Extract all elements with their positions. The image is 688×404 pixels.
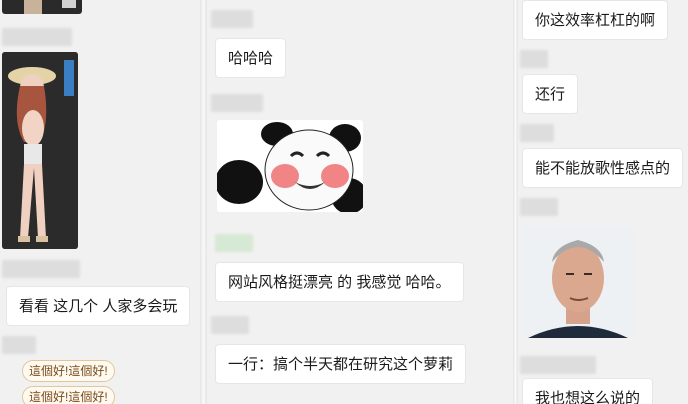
column-divider (200, 0, 207, 404)
message-bubble[interactable]: 网站风格挺漂亮 的 我感觉 哈哈。 (215, 262, 464, 302)
sticker-text: 這個好!這個好! (22, 386, 115, 404)
chat-column-left: 看看 这几个 人家多会玩 這個好!這個好! 這個好!這個好! (0, 0, 200, 404)
man-face-photo[interactable] (522, 226, 634, 338)
sticker-text: 這個好!這個好! (22, 360, 115, 382)
message-bubble[interactable]: 看看 这几个 人家多会玩 (6, 286, 191, 326)
chat-column-right: 你这效率杠杠的啊 还行 能不能放歌性感点的 我也想这么说的 (518, 0, 688, 404)
message-bubble[interactable]: 你这效率杠杠的啊 (522, 0, 669, 40)
sender-name (520, 124, 554, 142)
message-bubble[interactable]: 一行：搞个半天都在研究这个萝莉 (215, 344, 467, 384)
sender-name (2, 336, 36, 354)
sender-name (520, 356, 596, 374)
top-partial-image[interactable] (2, 0, 82, 14)
message-bubble[interactable]: 能不能放歌性感点的 (522, 148, 684, 188)
chat-column-middle: 哈哈哈 网站风格挺漂亮 的 我感觉 哈哈。 一行：搞个半天都在研究这个萝莉 (207, 0, 513, 404)
sender-name (2, 260, 80, 278)
message-bubble[interactable]: 哈哈哈 (215, 38, 287, 78)
sender-name (215, 234, 253, 252)
sender-name (211, 94, 263, 112)
message-bubble[interactable]: 还行 (522, 74, 579, 114)
sender-name (211, 316, 249, 334)
sender-name (211, 10, 253, 28)
sender-name (520, 50, 548, 68)
sender-name (2, 28, 72, 46)
sender-name (520, 198, 558, 216)
message-bubble[interactable]: 我也想这么说的 (522, 378, 654, 404)
anime-character-image[interactable] (2, 52, 78, 249)
panda-meme-sticker[interactable] (217, 120, 363, 212)
